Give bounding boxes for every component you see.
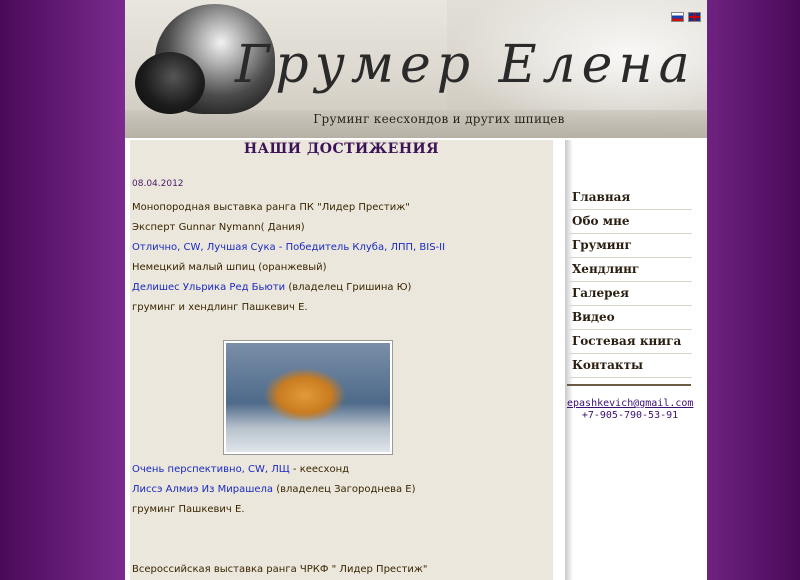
page-container: Грумер Елена Пашкевич Груминг кеесхондов… (125, 0, 707, 580)
menu-item-about[interactable]: Обо мне (570, 210, 692, 234)
main-content: НАШИ ДОСТИЖЕНИЯ 08.04.2012 Монопородная … (130, 140, 553, 580)
menu-item-video[interactable]: Видео (570, 306, 692, 330)
menu-item-guestbook[interactable]: Гостевая книга (570, 330, 692, 354)
dog-name-link[interactable]: Делишес Ульрика Ред Бьюти (132, 282, 285, 293)
site-tagline: Груминг кеесхондов и других шпицев (313, 112, 565, 126)
award-link-2[interactable]: Очень перспективно, CW, ЛЩ (132, 464, 290, 475)
groomer-line-2: груминг Пашкевич Е. (132, 504, 245, 515)
judge-line: Эксперт Gunnar Nymann( Дания) (132, 222, 305, 233)
dog-line-2: Лиссэ Алмиэ Из Мирашела (владелец Загоро… (132, 484, 416, 496)
award-line-2: Очень перспективно, CW, ЛЩ - кеесхонд (132, 464, 349, 476)
phone-number: +7-905-790-53-91 (581, 410, 679, 421)
menu-item-grooming[interactable]: Груминг (570, 234, 692, 258)
show-title: Монопородная выставка ранга ПК "Лидер Пр… (132, 202, 410, 213)
dog-line: Делишес Ульрика Ред Бьюти (владелец Гриш… (132, 282, 411, 294)
contact-info: epashkevich@gmail.com +7-905-790-53-91 (567, 398, 693, 422)
menu-divider (567, 384, 691, 386)
show-title-2: Всероссийская выставка ранга ЧРКФ " Лиде… (132, 564, 428, 575)
dog-name-link-2[interactable]: Лиссэ Алмиэ Из Мирашела (132, 484, 273, 495)
menu-item-home[interactable]: Главная (570, 186, 692, 210)
menu-item-handling[interactable]: Хендлинг (570, 258, 692, 282)
pomeranian-show-photo[interactable] (226, 343, 390, 452)
menu-item-contacts[interactable]: Контакты (570, 354, 692, 378)
dog-photo-frame[interactable] (223, 340, 393, 455)
owner-text-2: (владелец Загороднева Е) (273, 484, 416, 495)
menu-item-gallery[interactable]: Галерея (570, 282, 692, 306)
owner-text: (владелец Гришина Ю) (285, 282, 412, 293)
pomeranian-photo (135, 52, 205, 114)
post-date: 08.04.2012 (132, 179, 184, 189)
breed-line: Немецкий малый шпиц (оранжевый) (132, 262, 327, 273)
email-link[interactable]: epashkevich@gmail.com (567, 398, 693, 410)
breed-suffix: - кеесхонд (289, 464, 350, 475)
sidebar: Главная Обо мне Груминг Хендлинг Галерея… (565, 0, 707, 580)
main-menu: Главная Обо мне Груминг Хендлинг Галерея… (570, 186, 692, 378)
award-link[interactable]: Отлично, CW, Лучшая Сука - Победитель Кл… (132, 242, 445, 254)
page-title: НАШИ ДОСТИЖЕНИЯ (243, 141, 440, 157)
groomer-line: груминг и хендлинг Пашкевич Е. (132, 302, 308, 313)
